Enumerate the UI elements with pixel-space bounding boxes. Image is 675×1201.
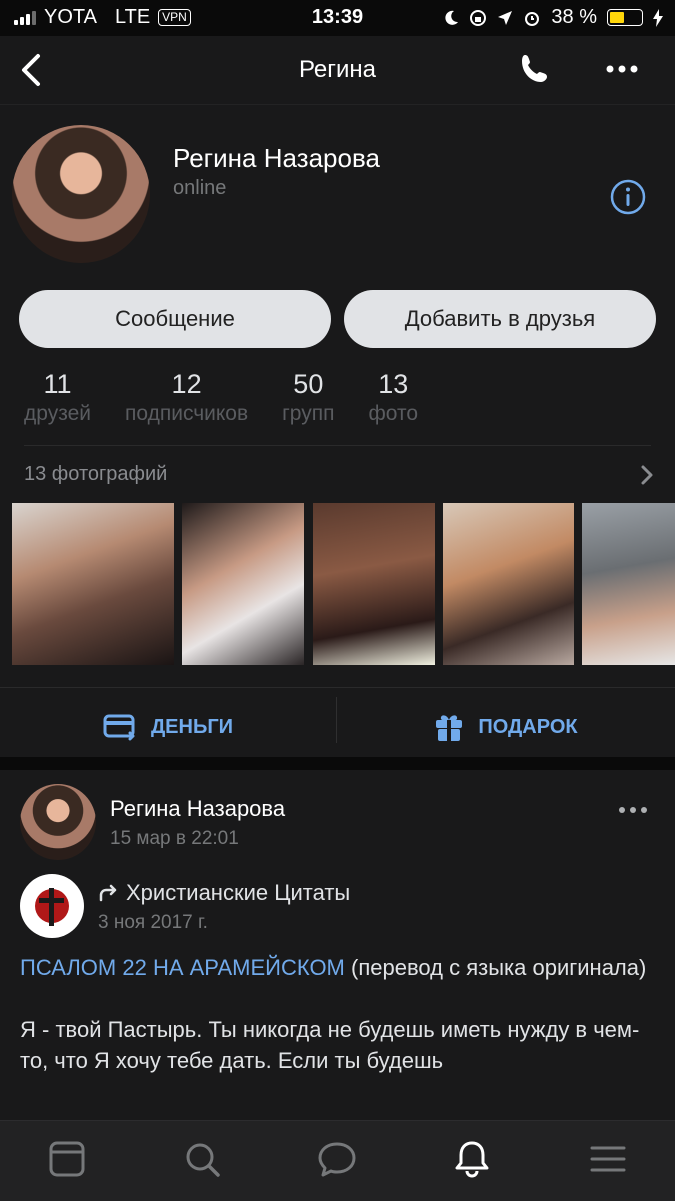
profile-avatar[interactable] bbox=[12, 125, 150, 263]
post-author-avatar[interactable] bbox=[20, 784, 96, 860]
online-status: online bbox=[173, 177, 227, 199]
cross-icon bbox=[35, 888, 69, 926]
stat-groups[interactable]: 50 групп bbox=[282, 369, 334, 426]
repost-source[interactable]: Христианские Цитаты bbox=[98, 880, 350, 906]
messages-icon[interactable] bbox=[317, 1139, 357, 1179]
stat-friends[interactable]: 11 друзей bbox=[24, 369, 91, 426]
stat-value: 50 bbox=[293, 369, 324, 399]
repost-source-avatar[interactable] bbox=[20, 874, 84, 938]
money-card-icon bbox=[103, 714, 135, 741]
post-paragraph: Я - твой Пастырь. Ты никогда не будешь и… bbox=[20, 1017, 640, 1073]
stat-label: друзей bbox=[24, 402, 91, 425]
photos-header[interactable]: 13 фотографий bbox=[24, 463, 167, 486]
post-author-name[interactable]: Регина Назарова bbox=[110, 796, 285, 822]
charging-icon bbox=[653, 8, 663, 27]
rotation-lock-icon bbox=[470, 9, 487, 26]
moon-icon bbox=[445, 10, 459, 25]
repost-date: 3 ноя 2017 г. bbox=[98, 912, 208, 933]
profile-stats: 11 друзей 12 подписчиков 50 групп 13 фот… bbox=[24, 369, 452, 426]
post-link[interactable]: ПСАЛОМ 22 НА АРАМЕЙСКОМ bbox=[20, 955, 345, 980]
nav-bar: Регина bbox=[0, 36, 675, 104]
money-button[interactable]: ДЕНЬГИ bbox=[0, 697, 336, 757]
photo-thumbnail[interactable] bbox=[443, 503, 574, 665]
gift-label: ПОДАРОК bbox=[478, 715, 578, 738]
stat-value: 12 bbox=[171, 369, 202, 399]
chevron-right-icon[interactable] bbox=[638, 463, 656, 487]
more-icon[interactable] bbox=[602, 54, 642, 84]
stat-label: групп bbox=[282, 402, 335, 425]
location-icon bbox=[498, 10, 513, 25]
photo-thumbnail[interactable] bbox=[182, 503, 304, 665]
gift-icon bbox=[436, 715, 463, 741]
photo-thumbnail[interactable] bbox=[12, 503, 174, 665]
battery-percent: 38 % bbox=[551, 6, 597, 28]
post-text-inline: (перевод с языка оригинала) bbox=[344, 955, 647, 980]
phone-icon[interactable] bbox=[518, 52, 552, 86]
tab-bar bbox=[0, 1120, 675, 1201]
repost-source-name: Христианские Цитаты bbox=[126, 880, 351, 905]
money-label: ДЕНЬГИ bbox=[150, 715, 234, 738]
news-icon[interactable] bbox=[47, 1139, 87, 1179]
divider bbox=[0, 687, 675, 688]
post-date: 15 мар в 22:01 bbox=[110, 828, 239, 849]
post-more-icon[interactable] bbox=[618, 804, 648, 816]
menu-icon[interactable] bbox=[588, 1139, 628, 1179]
photo-thumbnail[interactable] bbox=[313, 503, 435, 665]
search-icon[interactable] bbox=[182, 1139, 222, 1179]
repost-arrow-icon bbox=[99, 884, 117, 902]
add-friend-button[interactable]: Добавить в друзья bbox=[344, 290, 656, 348]
page-title: Регина bbox=[298, 56, 377, 83]
stat-followers[interactable]: 12 подписчиков bbox=[125, 369, 248, 426]
stat-photos[interactable]: 13 фото bbox=[369, 369, 419, 426]
divider bbox=[24, 445, 651, 446]
profile-name: Регина Назарова bbox=[173, 143, 380, 173]
gift-button[interactable]: ПОДАРОК bbox=[337, 697, 675, 757]
stat-value: 13 bbox=[378, 369, 409, 399]
stat-label: подписчиков bbox=[125, 402, 249, 425]
profile-card: Регина Назарова online Сообщение Добавит… bbox=[0, 104, 675, 757]
post-text: ПСАЛОМ 22 НА АРАМЕЙСКОМ (перевод с языка… bbox=[20, 952, 650, 1076]
message-button[interactable]: Сообщение bbox=[19, 290, 331, 348]
alarm-icon bbox=[525, 11, 540, 26]
photo-thumbnail[interactable] bbox=[582, 503, 675, 665]
battery-icon bbox=[607, 9, 643, 26]
info-icon[interactable] bbox=[608, 177, 648, 217]
notifications-icon[interactable] bbox=[452, 1139, 492, 1179]
stat-label: фото bbox=[368, 402, 419, 425]
status-bar: YOTA LTE VPN 13:39 38 % bbox=[0, 0, 675, 36]
stat-value: 11 bbox=[43, 369, 72, 399]
